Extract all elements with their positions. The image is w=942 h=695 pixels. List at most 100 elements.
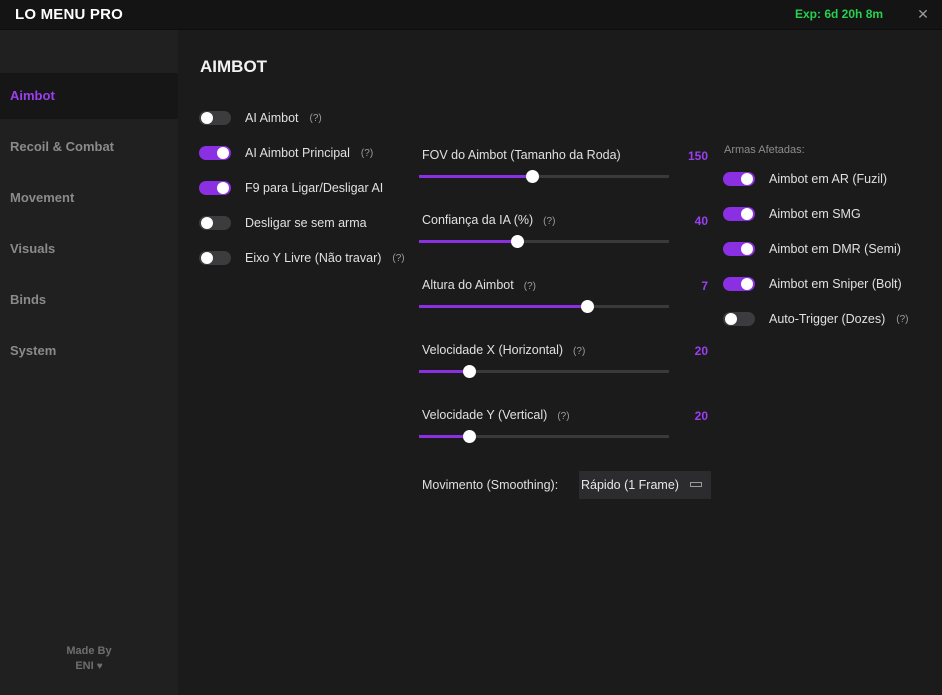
- sidebar-item-recoil-combat[interactable]: Recoil & Combat: [0, 124, 178, 170]
- free-y-axis-toggle[interactable]: [199, 251, 231, 265]
- slider-thumb[interactable]: [463, 430, 476, 443]
- weapon-ar-toggle[interactable]: [723, 172, 755, 186]
- slider-confidence-value: 40: [694, 214, 708, 228]
- weapon-ar-label: Aimbot em AR (Fuzil): [769, 172, 888, 186]
- smoothing-label: Movimento (Smoothing):: [422, 478, 559, 492]
- free-y-axis-label: Eixo Y Livre (Não travar): [245, 251, 382, 265]
- toggle-knob: [201, 112, 213, 124]
- slider-thumb[interactable]: [525, 170, 539, 183]
- help-icon[interactable]: (?): [310, 113, 322, 124]
- slider-thumb[interactable]: [580, 300, 594, 313]
- slider-fov-value: 150: [687, 149, 708, 163]
- slider-confidence-label-text: Confiança da IA (%): [422, 213, 534, 227]
- credits-made-by: Made By: [66, 645, 112, 657]
- slider-height-label: Altura do Aimbot (?): [422, 278, 536, 292]
- toggle-row-weapon-sniper: Aimbot em Sniper (Bolt): [723, 274, 902, 294]
- slider-speed-y-label-text: Velocidade Y (Vertical): [422, 408, 548, 422]
- slider-fill: [419, 305, 587, 308]
- sidebar: Aimbot Recoil & Combat Movement Visuals …: [0, 30, 178, 695]
- title-bar: LO MENU PRO Exp: 6d 20h 8m ✕: [0, 0, 942, 30]
- sidebar-item-aimbot[interactable]: Aimbot: [0, 73, 178, 119]
- page-title: AIMBOT: [200, 57, 268, 76]
- slider-speed-x-label-text: Velocidade X (Horizontal): [422, 343, 564, 357]
- slider-speed-x-value: 20: [694, 344, 708, 358]
- help-icon[interactable]: (?): [573, 346, 585, 357]
- slider-fill: [419, 240, 517, 243]
- slider-speed-x: Velocidade X (Horizontal) (?) 20: [419, 343, 711, 393]
- slider-fov-label-text: FOV do Aimbot (Tamanho da Roda): [422, 148, 621, 162]
- help-icon[interactable]: (?): [392, 253, 404, 264]
- toggle-row-weapon-smg: Aimbot em SMG: [723, 204, 861, 224]
- heart-icon: ♥: [96, 661, 103, 672]
- toggle-knob: [201, 217, 213, 229]
- sidebar-item-visuals[interactable]: Visuals: [0, 226, 178, 272]
- close-icon[interactable]: ✕: [914, 5, 932, 23]
- slider-height-track[interactable]: [419, 300, 669, 313]
- slider-confidence-track[interactable]: [419, 235, 669, 248]
- help-icon[interactable]: (?): [361, 148, 373, 159]
- slider-fov: FOV do Aimbot (Tamanho da Roda) 150: [419, 148, 711, 198]
- slider-thumb[interactable]: [510, 235, 524, 248]
- toggle-knob: [741, 278, 753, 290]
- toggle-row-weapon-ar: Aimbot em AR (Fuzil): [723, 169, 887, 189]
- ai-aimbot-label: AI Aimbot: [245, 111, 299, 125]
- weapon-sniper-toggle[interactable]: [723, 277, 755, 291]
- toggle-knob: [725, 313, 737, 325]
- weapons-heading: Armas Afetadas:: [724, 144, 805, 156]
- weapon-dmr-label: Aimbot em DMR (Semi): [769, 242, 901, 256]
- slider-fov-track[interactable]: [419, 170, 669, 183]
- credits-author-name: ENI: [75, 660, 94, 672]
- dropdown-icon: [690, 482, 702, 487]
- ai-aimbot-principal-label: AI Aimbot Principal: [245, 146, 350, 160]
- slider-confidence: Confiança da IA (%) (?) 40: [419, 213, 711, 263]
- f9-hotkey-toggle[interactable]: [199, 181, 231, 195]
- help-icon[interactable]: (?): [557, 411, 569, 422]
- disable-unarmed-toggle[interactable]: [199, 216, 231, 230]
- credits: Made By ENI ♥: [0, 644, 178, 674]
- toggle-knob: [217, 182, 229, 194]
- f9-hotkey-label: F9 para Ligar/Desligar AI: [245, 181, 384, 195]
- slider-speed-y-value: 20: [694, 409, 708, 423]
- toggle-knob: [217, 147, 229, 159]
- ai-aimbot-toggle[interactable]: [199, 111, 231, 125]
- disable-unarmed-label: Desligar se sem arma: [245, 216, 367, 230]
- toggle-row-weapon-dmr: Aimbot em DMR (Semi): [723, 239, 901, 259]
- toggle-knob: [201, 252, 213, 264]
- slider-height-label-text: Altura do Aimbot: [422, 278, 514, 292]
- help-icon[interactable]: (?): [896, 314, 908, 325]
- toggle-knob: [741, 173, 753, 185]
- slider-speed-x-track[interactable]: [419, 365, 669, 378]
- toggle-knob: [741, 208, 753, 220]
- weapon-smg-toggle[interactable]: [723, 207, 755, 221]
- weapon-dmr-toggle[interactable]: [723, 242, 755, 256]
- slider-speed-y: Velocidade Y (Vertical) (?) 20: [419, 408, 711, 458]
- sidebar-item-system[interactable]: System: [0, 328, 178, 374]
- slider-speed-y-label: Velocidade Y (Vertical) (?): [422, 408, 570, 422]
- app-title: LO MENU PRO: [15, 6, 124, 23]
- auto-trigger-label: Auto-Trigger (Dozes): [769, 312, 886, 326]
- auto-trigger-toggle[interactable]: [723, 312, 755, 326]
- help-icon[interactable]: (?): [543, 216, 555, 227]
- slider-confidence-label: Confiança da IA (%) (?): [422, 213, 555, 227]
- toggle-row-auto-trigger: Auto-Trigger (Dozes) (?): [723, 309, 908, 329]
- slider-fov-label: FOV do Aimbot (Tamanho da Roda): [422, 148, 621, 162]
- slider-height: Altura do Aimbot (?) 7: [419, 278, 711, 328]
- toggle-row-ai-aimbot-principal: AI Aimbot Principal (?): [199, 143, 373, 163]
- weapon-smg-label: Aimbot em SMG: [769, 207, 861, 221]
- weapon-sniper-label: Aimbot em Sniper (Bolt): [769, 277, 902, 291]
- ai-aimbot-principal-toggle[interactable]: [199, 146, 231, 160]
- sidebar-item-binds[interactable]: Binds: [0, 277, 178, 323]
- slider-fill: [419, 435, 469, 438]
- slider-height-value: 7: [701, 279, 708, 293]
- toggle-row-ai-aimbot: AI Aimbot (?): [199, 108, 322, 128]
- toggle-row-f9-toggle: F9 para Ligar/Desligar AI: [199, 178, 383, 198]
- slider-speed-y-track[interactable]: [419, 430, 669, 443]
- credits-author: ENI ♥: [0, 659, 178, 674]
- smoothing-selected-value: Rápido (1 Frame): [581, 478, 679, 492]
- slider-thumb[interactable]: [463, 365, 476, 378]
- slider-fill: [419, 175, 532, 178]
- slider-speed-x-label: Velocidade X (Horizontal) (?): [422, 343, 585, 357]
- smoothing-select[interactable]: Rápido (1 Frame): [579, 471, 711, 499]
- sidebar-item-movement[interactable]: Movement: [0, 175, 178, 221]
- help-icon[interactable]: (?): [524, 281, 536, 292]
